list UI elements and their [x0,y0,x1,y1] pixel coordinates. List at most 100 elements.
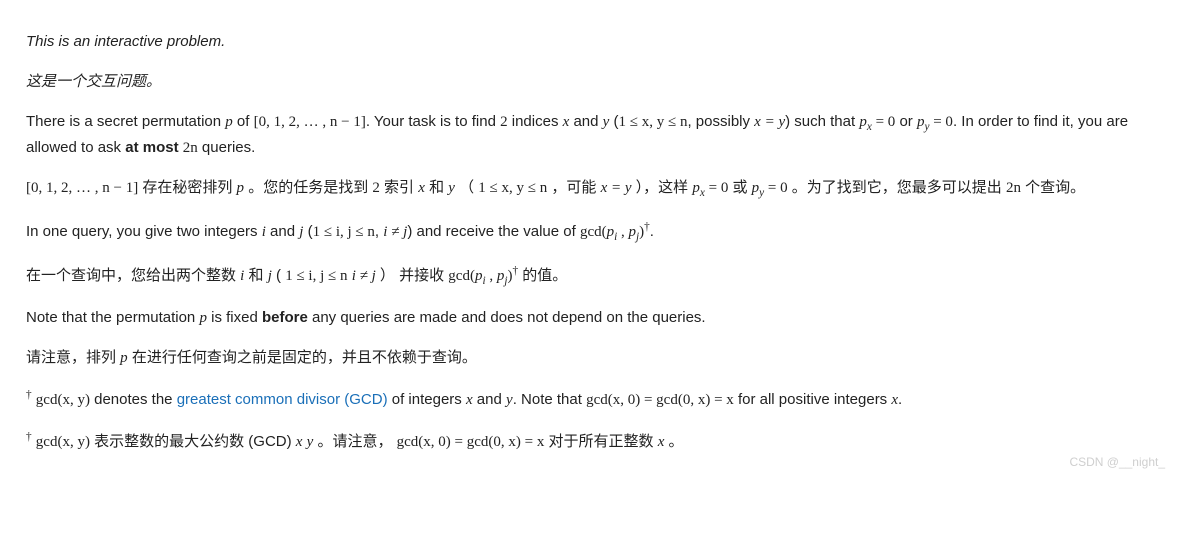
math: p [120,350,128,366]
math: gcd(x, 0) = gcd(0, x) = x [586,392,734,408]
text: 对于所有正整数 [544,433,657,450]
text: ( [303,223,312,240]
math: p [859,114,867,130]
dagger-icon: † [26,389,32,401]
paragraph-2-en: There is a secret permutation p of [0, 1… [26,110,1165,160]
math: y [448,180,455,196]
text: 。 [664,433,683,450]
math: = 0 [872,114,895,130]
math: 2 [500,114,508,130]
text: 在进行任何查询之前是固定的，并且不依赖于查询。 [128,349,477,366]
intro-line-zh: 这是一个交互问题。 [26,70,1165,94]
paragraph-4-zh: 请注意，排列 p 在进行任何查询之前是固定的，并且不依赖于查询。 [26,346,1165,370]
text: . Note that [513,391,586,408]
text: （ [455,179,478,196]
dagger-icon: † [26,431,32,443]
math: p [628,224,636,240]
text: 和 [425,179,448,196]
math: 1 ≤ i, j ≤ n [285,268,347,284]
text: of [233,113,254,130]
text-bold: before [262,309,308,326]
text: any queries are made and does not depend… [308,309,706,326]
text: denotes the [90,391,177,408]
text: , possibly [687,113,754,130]
paragraph-4-en: Note that the permutation p is fixed bef… [26,306,1165,330]
math: p [607,224,615,240]
text: ( [272,267,285,284]
math: x = y [754,114,785,130]
math: i ≠ j [383,224,407,240]
intro-line-en: This is an interactive problem. [26,30,1165,54]
paragraph-2-zh: [0, 1, 2, … , n − 1] 存在秘密排列 p 。您的任务是找到 2… [26,176,1165,202]
text: ( [609,113,618,130]
math: 2 [372,180,380,196]
text: , [375,223,383,240]
text: There is a secret permutation [26,113,225,130]
math: gcd( [448,268,475,284]
math: 1 ≤ i, j ≤ n [313,224,375,240]
text: 。为了找到它，您最多可以提出 [788,179,1006,196]
text: . [898,391,902,408]
text: or [895,113,917,130]
math: x [418,180,425,196]
text: 。请注意， [313,433,396,450]
text: 和 [244,267,267,284]
math: p [225,114,233,130]
text: ) such that [785,113,859,130]
math: p [692,180,700,196]
paragraph-3-zh: 在一个查询中，您给出两个整数 i 和 j ( 1 ≤ i, j ≤ n i ≠ … [26,262,1165,290]
text: Note that the permutation [26,309,199,326]
text: 请注意，排列 [26,349,120,366]
text: indices [508,113,563,130]
math: 1 ≤ x, y ≤ n [619,114,688,130]
paragraph-5-zh: † gcd(x, y) 表示整数的最大公约数 (GCD) x y 。请注意， g… [26,428,1165,454]
math: = 0 [929,114,952,130]
text: 索引 [380,179,418,196]
math: gcd(x, 0) = gcd(0, x) = x [397,434,545,450]
text: and [569,113,602,130]
math: p [237,180,245,196]
text: 存在秘密排列 [138,179,236,196]
math: i ≠ j [352,268,376,284]
text: and [266,223,299,240]
math: y [506,392,513,408]
text: 表示整数的最大公约数 (GCD) [90,433,296,450]
text: is fixed [207,309,262,326]
text: ），这样 [632,179,693,196]
text: 或 [728,179,751,196]
text: In one query, you give two integers [26,223,262,240]
text: for all positive integers [734,391,892,408]
math: gcd(x, y) [36,392,90,408]
text: of integers [388,391,466,408]
math: gcd( [580,224,607,240]
math: x [466,392,473,408]
text: 个查询。 [1021,179,1085,196]
text: . [650,223,654,240]
text: 的值。 [518,267,567,284]
math: [0, 1, 2, … , n − 1] [254,114,366,130]
math: p [199,310,207,326]
paragraph-3-en: In one query, you give two integers i an… [26,218,1165,246]
text: 。您的任务是找到 [244,179,372,196]
text: . Your task is to find [366,113,500,130]
paragraph-5-en: † gcd(x, y) denotes the greatest common … [26,386,1165,412]
math: 2n [1006,180,1021,196]
text: 在一个查询中，您给出两个整数 [26,267,240,284]
math: [0, 1, 2, … , n − 1] [26,180,138,196]
text: ，可能 [547,179,600,196]
math: 2n [183,140,198,156]
math: gcd(x, y) [36,434,90,450]
text-bold: at most [125,139,183,156]
math: x = y [601,180,632,196]
gcd-link[interactable]: greatest common divisor (GCD) [177,391,388,408]
math: , [486,268,497,284]
math: = 0 [764,180,787,196]
text: and [473,391,506,408]
text: queries. [198,139,256,156]
watermark: CSDN @__night_ [1069,453,1165,472]
math: 1 ≤ x, y ≤ n [478,180,547,196]
math: , [617,224,628,240]
text: ） 并接收 [376,267,449,284]
math: = 0 [705,180,728,196]
text: ) and receive the value of [407,223,580,240]
